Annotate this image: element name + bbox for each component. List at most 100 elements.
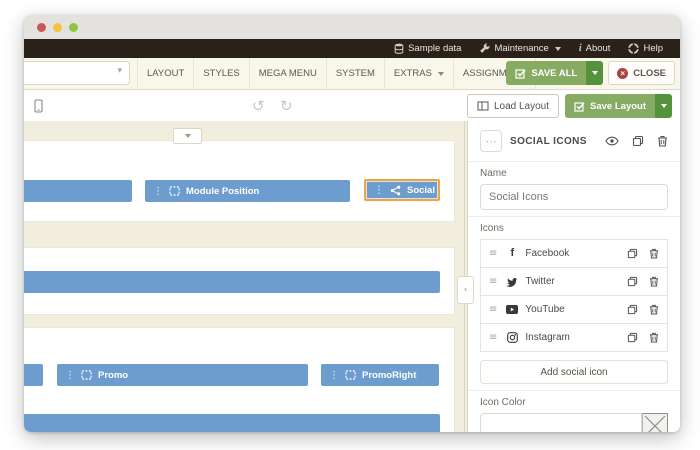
duplicate-icon[interactable]	[632, 135, 644, 147]
module-bar-module-position[interactable]: ⋮ Module Position	[145, 180, 350, 202]
drag-handle-icon[interactable]: ≡	[489, 304, 497, 315]
panel-header-actions	[605, 135, 668, 147]
module-bar-label: Social I...	[407, 185, 440, 196]
undo-button[interactable]: ↺	[252, 95, 265, 117]
list-item-label: YouTube	[525, 304, 621, 315]
drag-handle-icon[interactable]: ≡	[489, 332, 497, 343]
list-item-facebook[interactable]: ≡ f Facebook	[480, 239, 668, 268]
zoom-window-button[interactable]	[69, 23, 78, 32]
trash-icon[interactable]	[657, 135, 668, 147]
save-all-button[interactable]: SAVE ALL	[506, 61, 586, 85]
section-collapse-tab[interactable]	[173, 128, 202, 144]
trash-icon[interactable]	[649, 304, 659, 315]
transparent-color-swatch[interactable]	[642, 413, 668, 432]
layout-section-bottom: ⋮ Promo ⋮ PromoRight	[24, 327, 455, 432]
list-item-label: Twitter	[525, 276, 621, 287]
trash-icon[interactable]	[649, 276, 659, 287]
check-square-icon	[574, 101, 585, 112]
add-social-icon-button[interactable]: Add social icon	[480, 360, 668, 384]
load-layout-button[interactable]: Load Layout	[467, 94, 559, 118]
list-item-youtube[interactable]: ≡ YouTube	[480, 295, 668, 324]
sidebar-collapse-toggle[interactable]: ‹	[457, 276, 474, 304]
trash-icon[interactable]	[649, 332, 659, 343]
chevron-down-icon	[555, 47, 561, 51]
sample-data-menu[interactable]: Sample data	[385, 43, 470, 54]
about-menu[interactable]: i About	[570, 43, 620, 54]
panel-title: SOCIAL ICONS	[510, 136, 597, 147]
list-item-label: Instagram	[525, 332, 621, 343]
module-bar-promoright[interactable]: ⋮ PromoRight	[321, 364, 439, 386]
tab-styles[interactable]: STYLES	[193, 58, 248, 89]
list-item-instagram[interactable]: ≡ Instagram	[480, 323, 668, 352]
load-layout-label: Load Layout	[494, 101, 549, 112]
duplicate-icon[interactable]	[627, 304, 638, 315]
icon-color-group	[480, 413, 668, 432]
about-label: About	[586, 43, 611, 54]
kebab-menu-icon[interactable]: ⋮	[329, 370, 339, 381]
duplicate-icon[interactable]	[627, 276, 638, 287]
window-titlebar	[24, 15, 680, 39]
divider	[468, 161, 680, 162]
chevron-down-icon	[592, 71, 598, 75]
layout-actions: Load Layout Save Layout	[467, 94, 672, 118]
module-position-icon	[81, 370, 92, 380]
sample-data-label: Sample data	[408, 43, 461, 54]
module-bar-unlabeled[interactable]	[24, 271, 440, 293]
mobile-preview-icon[interactable]	[34, 99, 43, 113]
chevron-down-icon: ▾	[117, 66, 122, 76]
module-bar-unlabeled[interactable]	[24, 364, 43, 386]
database-icon	[394, 43, 404, 54]
wrench-icon	[479, 43, 490, 54]
list-item-label: Facebook	[525, 248, 621, 259]
duplicate-icon[interactable]	[627, 248, 638, 259]
tab-extras[interactable]: EXTRAS	[384, 58, 453, 89]
maintenance-menu[interactable]: Maintenance	[470, 43, 569, 54]
admin-topbar: Sample data Maintenance i About Help	[24, 39, 680, 58]
tab-bar-actions: SAVE ALL × CLOSE	[506, 61, 675, 85]
tab-mega-menu[interactable]: MEGA MENU	[249, 58, 326, 89]
help-menu[interactable]: Help	[619, 43, 672, 54]
module-position-icon	[345, 370, 356, 380]
name-input[interactable]	[480, 184, 668, 210]
save-layout-dropdown-button[interactable]	[655, 94, 672, 118]
tab-layout[interactable]: LAYOUT	[137, 58, 193, 89]
save-all-dropdown-button[interactable]	[586, 61, 603, 85]
panel-drag-handle[interactable]: ⋯	[480, 130, 502, 152]
panel-header: ⋯ SOCIAL ICONS	[480, 127, 668, 155]
module-bar-promo[interactable]: ⋮ Promo	[57, 364, 308, 386]
chevron-down-icon	[438, 72, 444, 76]
tabs: LAYOUT STYLES MEGA MENU SYSTEM EXTRAS AS…	[137, 58, 536, 89]
duplicate-icon[interactable]	[627, 332, 638, 343]
module-bar-unlabeled[interactable]	[24, 414, 440, 432]
module-position-icon	[169, 186, 180, 196]
module-bar-unlabeled[interactable]	[24, 180, 132, 202]
kebab-menu-icon[interactable]: ⋮	[374, 185, 384, 196]
save-layout-button[interactable]: Save Layout	[565, 94, 655, 118]
twitter-icon	[505, 277, 519, 287]
help-label: Help	[643, 43, 663, 54]
redo-button[interactable]: ↻	[280, 95, 293, 117]
drag-handle-icon[interactable]: ≡	[489, 276, 497, 287]
close-button[interactable]: × CLOSE	[608, 61, 675, 85]
minimize-window-button[interactable]	[53, 23, 62, 32]
icon-color-input[interactable]	[480, 413, 642, 432]
columns-layout-icon	[477, 101, 489, 111]
kebab-menu-icon[interactable]: ⋮	[65, 370, 75, 381]
save-layout-label: Save Layout	[590, 101, 646, 112]
kebab-menu-icon[interactable]: ⋮	[153, 186, 163, 197]
builder-toolbar: ↺ ↻ Load Layout Save Layout	[24, 90, 680, 123]
divider	[468, 216, 680, 217]
module-bar-social-icons[interactable]: ⋮ Social I...	[364, 179, 440, 201]
save-layout-split-button: Save Layout	[565, 94, 672, 118]
save-all-label: SAVE ALL	[531, 68, 577, 79]
list-item-twitter[interactable]: ≡ Twitter	[480, 267, 668, 296]
template-style-select[interactable]: ▾	[24, 61, 130, 85]
info-icon: i	[579, 43, 582, 54]
eye-icon[interactable]	[605, 136, 619, 146]
main-tab-bar: ▾ LAYOUT STYLES MEGA MENU SYSTEM EXTRAS …	[24, 58, 680, 90]
close-window-button[interactable]	[37, 23, 46, 32]
trash-icon[interactable]	[649, 248, 659, 259]
name-field-label: Name	[480, 168, 668, 179]
drag-handle-icon[interactable]: ≡	[489, 248, 497, 259]
tab-system[interactable]: SYSTEM	[326, 58, 384, 89]
